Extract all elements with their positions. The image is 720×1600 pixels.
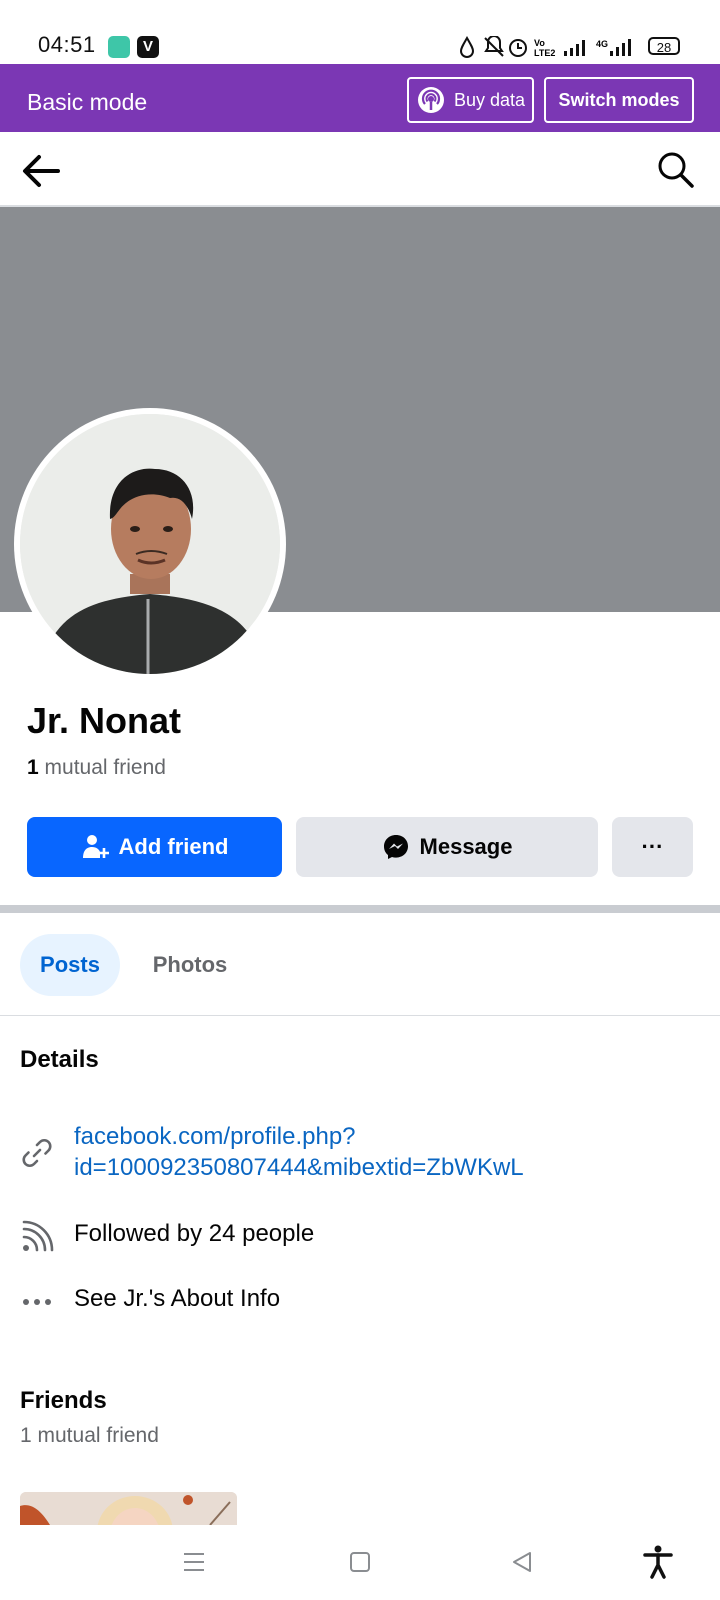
- tabs-divider: [0, 1015, 720, 1016]
- menu-icon[interactable]: [182, 1550, 206, 1574]
- switch-modes-button[interactable]: Switch modes: [544, 77, 694, 123]
- profile-name: Jr. Nonat: [27, 700, 182, 741]
- add-friend-icon: [82, 835, 109, 858]
- v-app-icon: V: [137, 36, 159, 58]
- basic-mode-title: Basic mode: [27, 89, 148, 115]
- mutual-count: 1: [27, 756, 39, 779]
- tab-photos-label: Photos: [152, 952, 228, 977]
- profile-link-line2: id=100092350807444&mibextid=ZbWKwL: [74, 1154, 524, 1181]
- more-dots-icon: ···: [641, 834, 664, 859]
- link-icon: [22, 1139, 52, 1167]
- mutual-label: mutual friend: [44, 756, 166, 779]
- switch-modes-label: Switch modes: [558, 89, 680, 110]
- details-heading: Details: [20, 1046, 99, 1073]
- status-icons: Vo LTE2 4G: [459, 36, 631, 58]
- friend-thumbnail[interactable]: [20, 1492, 237, 1525]
- more-dots-icon: [23, 1299, 51, 1305]
- add-friend-label: Add friend: [118, 834, 229, 859]
- chat-app-icon: [108, 36, 130, 58]
- profile-photo: [20, 414, 280, 674]
- accessibility-icon[interactable]: [642, 1545, 674, 1579]
- broadcast-icon: [417, 87, 444, 113]
- tab-posts[interactable]: Posts: [20, 934, 120, 996]
- profile-avatar[interactable]: [20, 414, 280, 674]
- svg-text:Vo: Vo: [534, 38, 545, 48]
- buy-data-label: Buy data: [453, 89, 526, 110]
- status-time: 04:51: [38, 32, 96, 57]
- profile-link-line1: facebook.com/profile.php?: [74, 1123, 356, 1150]
- friends-heading: Friends: [20, 1387, 107, 1414]
- message-label: Message: [419, 834, 513, 859]
- followed-by: Followed by 24 people: [74, 1220, 315, 1247]
- tab-posts-label: Posts: [40, 952, 100, 977]
- more-options-button[interactable]: ···: [612, 817, 693, 877]
- profile-link[interactable]: facebook.com/profile.php? id=10009235080…: [74, 1121, 694, 1183]
- friends-subtitle: 1 mutual friend: [20, 1424, 159, 1447]
- battery-indicator: 28: [648, 37, 680, 55]
- tab-photos[interactable]: Photos: [140, 934, 240, 996]
- svg-text:4G: 4G: [596, 39, 608, 49]
- section-divider: [0, 905, 720, 913]
- top-nav: [0, 132, 720, 207]
- messenger-icon: [383, 835, 408, 859]
- add-friend-button[interactable]: Add friend: [27, 817, 282, 877]
- search-icon[interactable]: [656, 150, 696, 190]
- back-triangle-icon[interactable]: [510, 1550, 534, 1574]
- mutual-friends[interactable]: 1 mutual friend: [27, 756, 166, 780]
- about-info-link[interactable]: See Jr.'s About Info: [74, 1285, 280, 1313]
- buy-data-button[interactable]: Buy data: [407, 77, 534, 123]
- message-button[interactable]: Message: [296, 817, 598, 877]
- rss-icon: [22, 1220, 54, 1252]
- home-square-icon[interactable]: [348, 1550, 372, 1574]
- back-arrow-icon[interactable]: [20, 150, 62, 192]
- svg-text:LTE2: LTE2: [534, 48, 555, 58]
- friend-photo: [20, 1492, 237, 1525]
